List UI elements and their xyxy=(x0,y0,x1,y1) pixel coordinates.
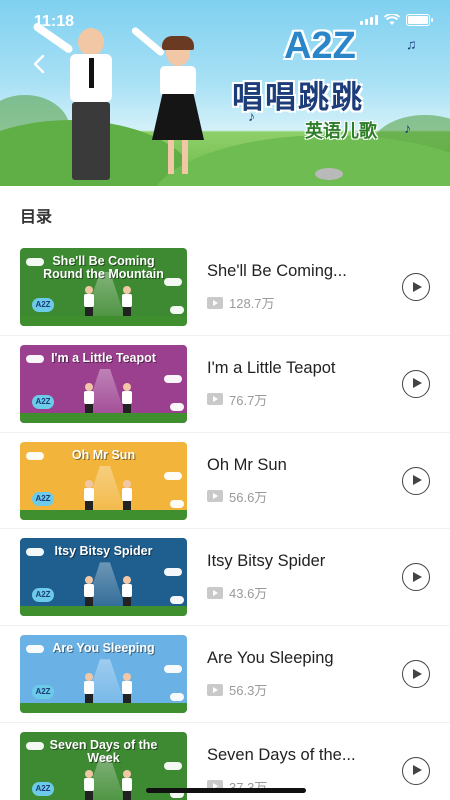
rock-decoration xyxy=(315,168,343,180)
list-item[interactable]: Are You Sleeping A2Z Are You Sleeping 56… xyxy=(0,626,450,723)
song-list: She'll Be Coming Round the Mountain A2Z … xyxy=(0,239,450,800)
video-views-icon xyxy=(207,296,223,309)
battery-icon xyxy=(406,14,433,26)
video-views-icon xyxy=(207,683,223,696)
song-title[interactable]: Itsy Bitsy Spider xyxy=(207,552,387,571)
boy-figure xyxy=(122,479,132,514)
a2z-badge: A2Z xyxy=(32,298,54,312)
system-icons xyxy=(360,14,433,26)
list-item[interactable]: Itsy Bitsy Spider A2Z Itsy Bitsy Spider … xyxy=(0,529,450,627)
play-count: 37.3万 xyxy=(229,777,267,796)
boy-figure xyxy=(122,576,132,611)
play-count: 128.7万 xyxy=(229,296,275,311)
play-count: 56.3万 xyxy=(229,683,268,699)
banner: 11:18 A2Z 唱唱跳跳 英语儿歌 ♫ ♪ ♪ xyxy=(0,0,450,186)
thumbnail-title: She'll Be Coming Round the Mountain xyxy=(43,254,164,281)
chevron-left-icon[interactable] xyxy=(28,52,52,76)
play-count: 76.7万 xyxy=(229,392,268,408)
video-views-icon xyxy=(207,490,223,503)
girl-figure xyxy=(84,286,94,320)
girl-figure xyxy=(84,382,94,417)
song-thumbnail[interactable]: She'll Be Coming Round the Mountain A2Z xyxy=(20,248,187,326)
play-circle-icon[interactable] xyxy=(402,466,430,495)
list-item[interactable]: I'm a Little Teapot A2Z I'm a Little Tea… xyxy=(0,336,450,433)
play-circle-icon[interactable] xyxy=(402,660,430,689)
status-bar: 11:18 xyxy=(0,0,450,44)
song-title[interactable]: I'm a Little Teapot xyxy=(207,359,387,378)
boy-figure xyxy=(122,673,132,708)
status-time: 11:18 xyxy=(34,13,75,30)
wifi-icon xyxy=(384,14,400,25)
thumbnail-title: Seven Days of the Week xyxy=(49,737,158,765)
girl-figure xyxy=(84,479,94,514)
music-note-icon: ♪ xyxy=(248,108,255,124)
play-count-row: 128.7万 xyxy=(207,293,275,312)
play-count: 43.6万 xyxy=(229,586,268,602)
video-views-icon xyxy=(207,586,223,599)
song-thumbnail[interactable]: Oh Mr Sun A2Z xyxy=(20,441,187,520)
play-circle-icon[interactable] xyxy=(402,369,430,398)
thumbnail-title: Itsy Bitsy Spider xyxy=(54,544,153,559)
music-note-icon: ♪ xyxy=(404,120,411,136)
a2z-badge: A2Z xyxy=(32,781,54,796)
a2z-badge: A2Z xyxy=(32,588,54,603)
a2z-badge: A2Z xyxy=(32,491,54,506)
app-logo: A2Z xyxy=(284,25,356,67)
play-count: 56.6万 xyxy=(229,489,268,505)
home-indicator xyxy=(146,788,306,793)
girl-figure xyxy=(84,769,94,800)
song-thumbnail[interactable]: Are You Sleeping A2Z xyxy=(20,635,187,714)
video-views-icon xyxy=(207,393,223,406)
play-circle-icon[interactable] xyxy=(402,273,430,301)
song-title[interactable]: Oh Mr Sun xyxy=(207,456,387,475)
song-title[interactable]: She'll Be Coming... xyxy=(207,262,387,281)
thumbnail-title: I'm a Little Teapot xyxy=(51,350,156,365)
boy-figure xyxy=(31,21,120,182)
song-thumbnail[interactable]: Itsy Bitsy Spider A2Z xyxy=(20,538,187,617)
banner-subtitle: 英语儿歌 xyxy=(305,121,377,141)
play-count-row: 56.6万 xyxy=(207,487,267,506)
thumbnail-title: Are You Sleeping xyxy=(52,641,155,656)
list-item[interactable]: She'll Be Coming Round the Mountain A2Z … xyxy=(0,239,450,336)
section-title: 目录 xyxy=(20,209,53,226)
girl-figure xyxy=(84,576,94,611)
boy-figure xyxy=(122,286,132,320)
boy-figure xyxy=(122,769,132,800)
song-title[interactable]: Seven Days of the... xyxy=(207,746,387,765)
play-count-row: 56.3万 xyxy=(207,680,267,699)
a2z-badge: A2Z xyxy=(32,394,54,409)
girl-figure xyxy=(130,25,210,182)
song-title[interactable]: Are You Sleeping xyxy=(207,649,387,668)
play-circle-icon[interactable] xyxy=(402,756,430,785)
play-count-row: 37.3万 xyxy=(207,777,267,796)
girl-figure xyxy=(84,673,94,708)
play-count-row: 76.7万 xyxy=(207,390,267,409)
thumbnail-title: Oh Mr Sun xyxy=(71,447,136,462)
song-thumbnail[interactable]: I'm a Little Teapot A2Z xyxy=(20,344,187,423)
play-circle-icon[interactable] xyxy=(402,563,430,592)
music-note-icon: ♫ xyxy=(406,36,417,52)
play-count-row: 43.6万 xyxy=(207,583,267,602)
list-item[interactable]: Oh Mr Sun A2Z Oh Mr Sun 56.6万 xyxy=(0,433,450,530)
a2z-badge: A2Z xyxy=(32,685,54,700)
signal-icon xyxy=(360,15,378,25)
boy-figure xyxy=(122,382,132,417)
